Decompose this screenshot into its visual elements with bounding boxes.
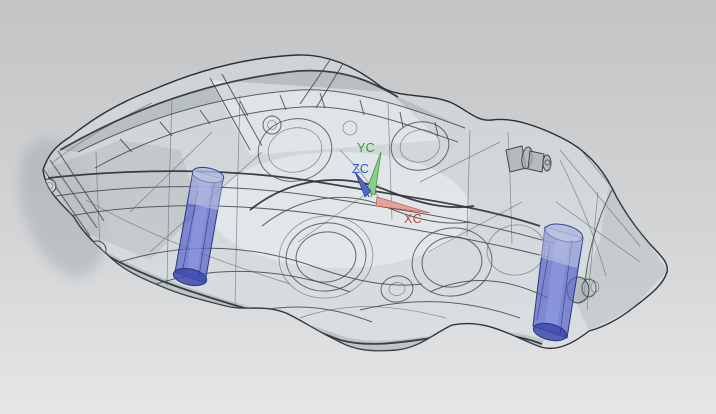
axis-xc-label: XC [404,212,422,226]
axis-zc-label: ZC [352,162,369,176]
model-canvas: YC ZC XC [19,54,668,352]
fitting-stem [527,150,545,173]
cad-viewport[interactable]: YC ZC XC [0,0,716,414]
axis-yc-label: YC [357,141,375,155]
caliper-model[interactable] [42,54,668,352]
